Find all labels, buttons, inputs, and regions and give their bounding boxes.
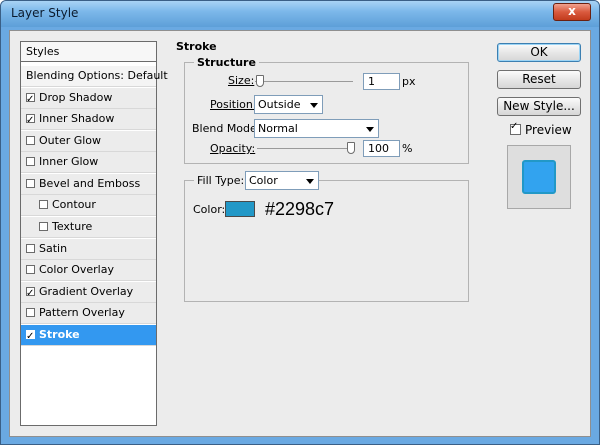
stroke-checkbox[interactable]	[26, 327, 35, 347]
inner-shadow-checkbox[interactable]	[26, 111, 35, 131]
gradient-overlay-checkbox[interactable]	[26, 284, 35, 304]
opacity-slider-thumb[interactable]	[347, 142, 355, 154]
dialog-body: Styles Blending Options: Default Drop Sh…	[9, 30, 591, 437]
sidebar-item-satin[interactable]: Satin	[21, 239, 156, 260]
sidebar-item-outer-glow[interactable]: Outer Glow	[21, 131, 156, 152]
blend-mode-label: Blend Mode:	[192, 122, 261, 135]
structure-group-title: Structure	[194, 56, 259, 69]
stroke-section-title: Stroke	[176, 40, 217, 53]
sidebar-item-label: Inner Glow	[39, 155, 99, 168]
position-label-text: Position:	[210, 98, 257, 111]
satin-checkbox[interactable]	[26, 244, 35, 253]
inner-glow-checkbox[interactable]	[26, 157, 35, 166]
size-unit: px	[402, 75, 416, 88]
preview-label: Preview	[525, 123, 572, 137]
drop-shadow-checkbox[interactable]	[26, 90, 35, 110]
color-overlay-checkbox[interactable]	[26, 265, 35, 274]
close-button[interactable]: x	[553, 3, 591, 21]
sidebar-item-inner-glow[interactable]: Inner Glow	[21, 152, 156, 173]
sidebar-item-label: Inner Shadow	[39, 112, 115, 125]
sidebar-item-label: Contour	[52, 198, 96, 211]
sidebar-item-inner-shadow[interactable]: Inner Shadow	[21, 109, 156, 131]
layer-style-dialog: Layer Style x Styles Blending Options: D…	[0, 0, 600, 445]
size-label: Size:	[228, 74, 254, 87]
stroke-color-swatch[interactable]	[225, 201, 255, 217]
position-label: Position:	[210, 98, 257, 111]
sidebar-item-pattern-overlay[interactable]: Pattern Overlay	[21, 303, 156, 324]
sidebar-item-texture[interactable]: Texture	[21, 217, 156, 238]
styles-header[interactable]: Styles	[21, 42, 156, 62]
sidebar-item-bevel-and-emboss[interactable]: Bevel and Emboss	[21, 174, 156, 195]
new-style-button[interactable]: New Style...	[497, 97, 581, 116]
sidebar-item-label: Stroke	[39, 328, 80, 341]
chevron-down-icon	[310, 103, 318, 108]
fill-type-select-value: Color	[249, 174, 278, 187]
sidebar-item-label: Outer Glow	[39, 134, 102, 147]
close-icon: x	[568, 4, 576, 18]
position-select[interactable]: Outside	[254, 95, 323, 114]
title-bar[interactable]: Layer Style x	[1, 1, 599, 27]
texture-checkbox[interactable]	[39, 222, 48, 231]
sidebar-item-contour[interactable]: Contour	[21, 195, 156, 216]
sidebar-item-drop-shadow[interactable]: Drop Shadow	[21, 88, 156, 110]
outer-glow-checkbox[interactable]	[26, 136, 35, 145]
sidebar-item-label: Texture	[52, 220, 93, 233]
pattern-overlay-checkbox[interactable]	[26, 308, 35, 317]
sidebar-item-label: Color Overlay	[39, 263, 114, 276]
fill-type-select[interactable]: Color	[245, 171, 319, 190]
preview-swatch	[522, 160, 556, 194]
opacity-input[interactable]: 100	[363, 140, 400, 157]
sidebar-item-label: Gradient Overlay	[39, 285, 134, 298]
sidebar-item-label: Satin	[39, 242, 68, 255]
size-slider-thumb[interactable]	[255, 75, 264, 87]
chevron-down-icon	[366, 127, 374, 132]
blend-mode-select-value: Normal	[258, 122, 298, 135]
size-input[interactable]: 1	[363, 73, 400, 90]
reset-button[interactable]: Reset	[497, 70, 581, 89]
color-label: Color:	[193, 203, 226, 216]
bevel-and-emboss-checkbox[interactable]	[26, 179, 35, 188]
sidebar-item-label: Bevel and Emboss	[39, 177, 141, 190]
opacity-slider-track[interactable]	[257, 148, 355, 149]
sidebar-item-stroke[interactable]: Stroke	[21, 325, 156, 347]
styles-list: Styles Blending Options: Default Drop Sh…	[20, 41, 168, 426]
contour-checkbox[interactable]	[39, 200, 48, 209]
sidebar-item-color-overlay[interactable]: Color Overlay	[21, 260, 156, 281]
fill-type-label: Fill Type:	[194, 174, 248, 187]
blending-options-item[interactable]: Blending Options: Default	[21, 66, 168, 87]
sidebar-item-label: Drop Shadow	[39, 91, 113, 104]
preview-checkbox[interactable]	[510, 121, 521, 135]
size-slider-track[interactable]	[255, 81, 353, 82]
chevron-down-icon	[306, 179, 314, 184]
window-title: Layer Style	[11, 6, 79, 20]
opacity-label-text: Opacity:	[210, 142, 256, 155]
color-hex-text: #2298c7	[265, 199, 335, 219]
ok-button[interactable]: OK	[497, 43, 581, 62]
size-label-text: Size:	[228, 74, 255, 87]
opacity-label: Opacity:	[210, 142, 255, 155]
sidebar-item-label: Pattern Overlay	[39, 306, 125, 319]
blend-mode-select[interactable]: Normal	[254, 119, 379, 138]
position-select-value: Outside	[258, 98, 301, 111]
opacity-unit: %	[402, 142, 413, 155]
style-preview	[507, 145, 571, 209]
sidebar-item-gradient-overlay[interactable]: Gradient Overlay	[21, 282, 156, 304]
